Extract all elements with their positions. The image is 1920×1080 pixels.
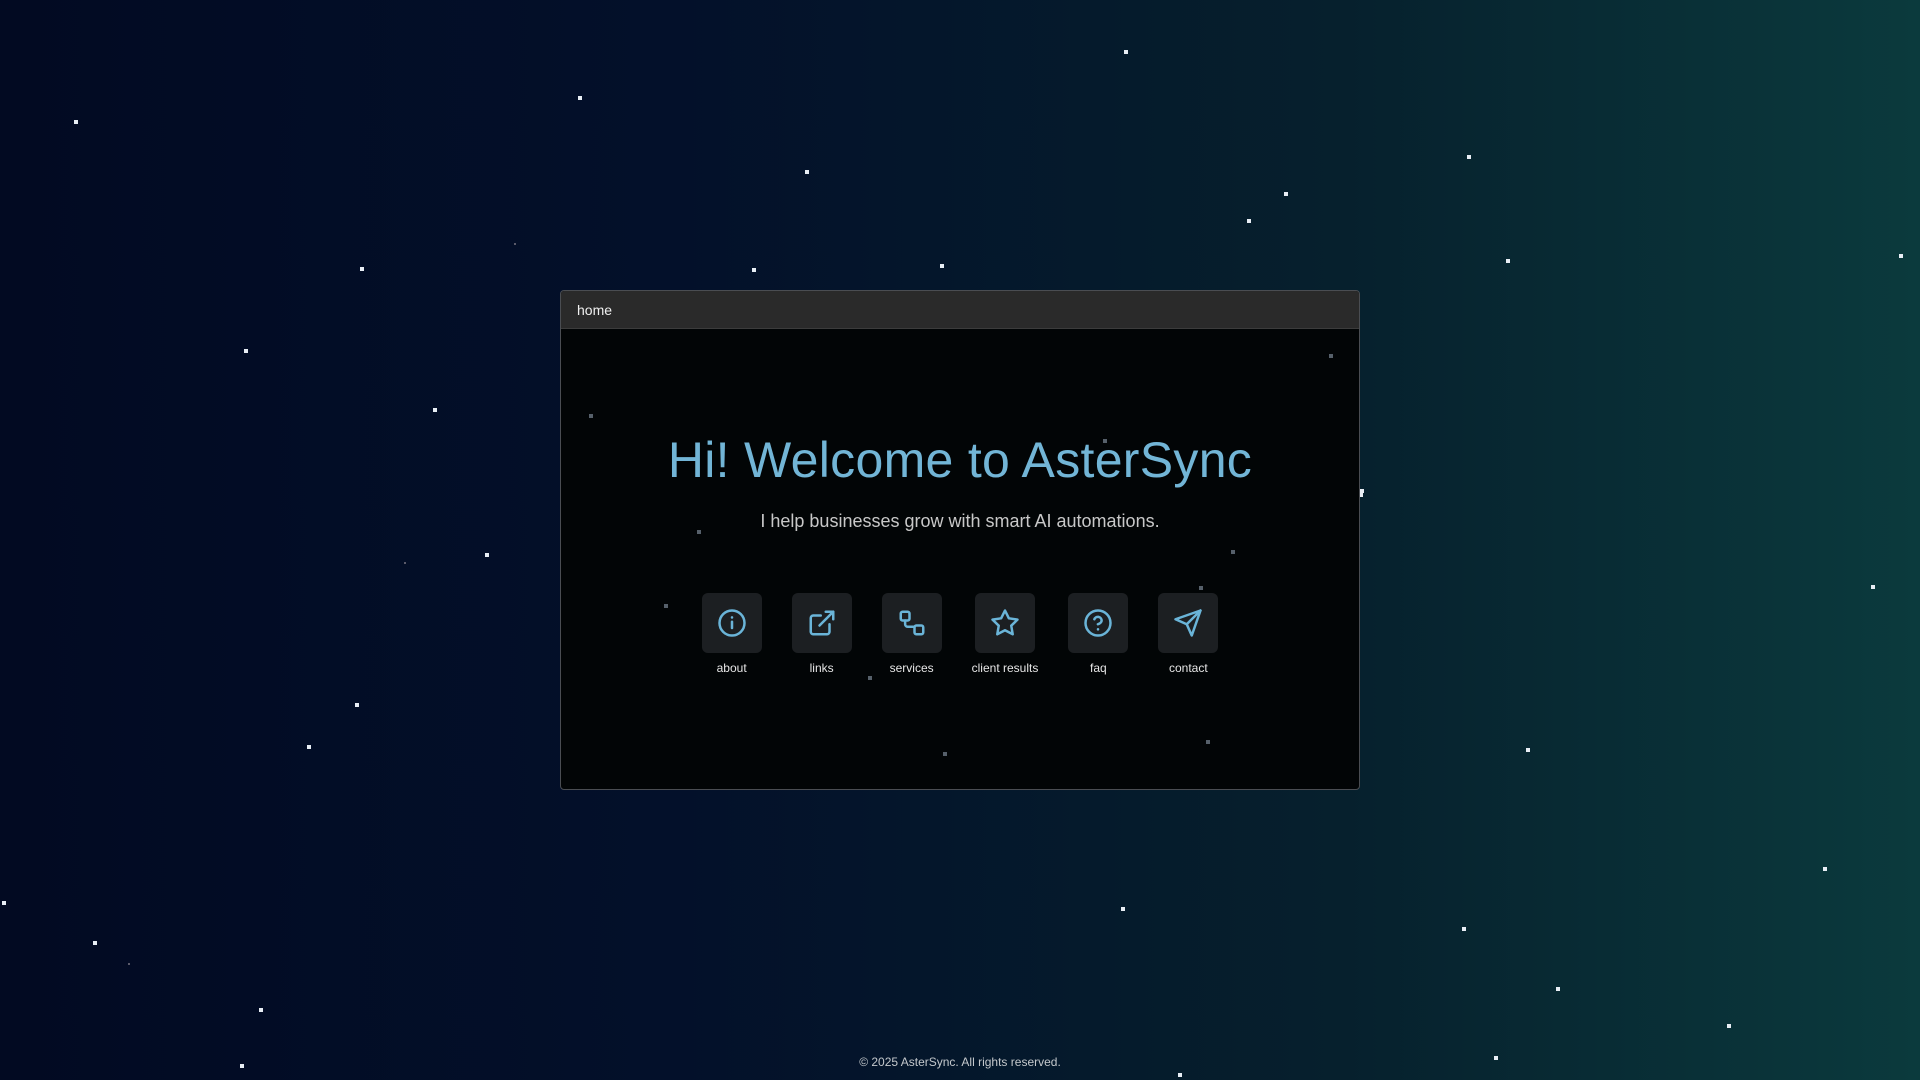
nav-faq-label: faq [1090, 661, 1107, 675]
info-icon [701, 593, 762, 653]
star [1899, 254, 1903, 258]
star [1284, 192, 1288, 196]
star [1247, 219, 1251, 223]
star [1556, 987, 1560, 991]
welcome-headline: Hi! Welcome to AsterSync [667, 432, 1253, 488]
window-titlebar[interactable]: home [561, 291, 1359, 329]
star [752, 268, 756, 272]
workflow-icon [881, 593, 942, 653]
star [355, 703, 359, 707]
star [307, 745, 311, 749]
home-window: home Hi! Welcome to AsterSync I help bus… [560, 290, 1360, 790]
star [1121, 907, 1125, 911]
star [1467, 155, 1471, 159]
star [433, 408, 437, 412]
window-title: home [577, 301, 613, 318]
window-content: Hi! Welcome to AsterSync I help business… [561, 329, 1359, 789]
nav-links-button[interactable]: links [791, 593, 852, 675]
nav-icon-row: about links services client results faq … [561, 593, 1359, 675]
star [1727, 1024, 1731, 1028]
nav-contact-button[interactable]: contact [1158, 593, 1219, 675]
star [2, 901, 6, 905]
footer-copyright: © 2025 AsterSync. All rights reserved. [859, 1055, 1061, 1069]
send-icon [1158, 593, 1219, 653]
nav-services-button[interactable]: services [881, 593, 942, 675]
star [943, 752, 947, 756]
nav-faq-button[interactable]: faq [1068, 593, 1129, 675]
star [128, 963, 130, 965]
star [1124, 50, 1128, 54]
help-circle-icon [1068, 593, 1129, 653]
external-link-icon [791, 593, 852, 653]
nav-about-button[interactable]: about [701, 593, 762, 675]
nav-about-label: about [716, 661, 747, 675]
welcome-subtitle: I help businesses grow with smart AI aut… [760, 511, 1160, 531]
nav-links-label: links [809, 661, 834, 675]
star [868, 676, 872, 680]
nav-contact-label: contact [1168, 661, 1208, 675]
star [578, 96, 582, 100]
star [514, 243, 516, 245]
star [1526, 748, 1530, 752]
star [74, 120, 78, 124]
star [1231, 550, 1235, 554]
star [244, 349, 248, 353]
star [1206, 740, 1210, 744]
nav-services-label: services [889, 661, 934, 675]
star [485, 553, 489, 557]
star [1871, 585, 1875, 589]
star [259, 1008, 263, 1012]
star [93, 941, 97, 945]
nav-client-results-button[interactable]: client results [971, 593, 1039, 675]
star [1823, 867, 1827, 871]
star [1329, 354, 1333, 358]
star [404, 562, 406, 564]
star [1178, 1073, 1182, 1077]
star [1506, 259, 1510, 263]
star [360, 267, 364, 271]
star [1199, 586, 1203, 590]
star [1462, 927, 1466, 931]
nav-client-results-label: client results [971, 661, 1039, 675]
star-icon [974, 593, 1035, 653]
star [589, 414, 593, 418]
star [805, 170, 809, 174]
star [940, 264, 944, 268]
